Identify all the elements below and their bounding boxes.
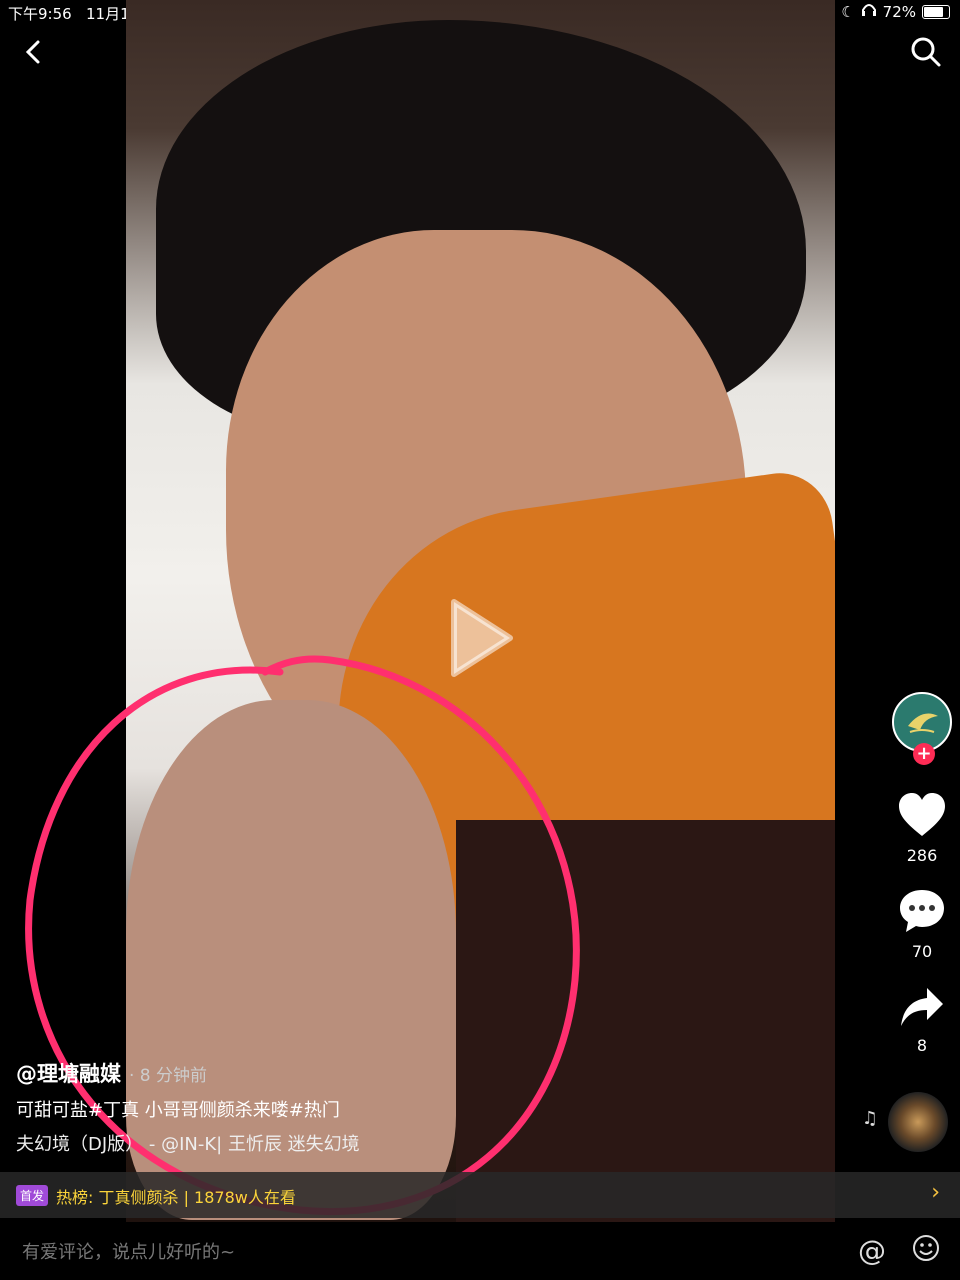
follow-button[interactable]: + xyxy=(913,743,935,765)
comment-input[interactable]: 有爱评论，说点儿好听的~ xyxy=(22,1238,235,1264)
back-button[interactable] xyxy=(18,34,54,70)
status-time: 下午9:56 xyxy=(8,5,72,23)
battery-percent: 72% xyxy=(882,3,916,21)
music-title[interactable]: 夫幻境（DJ版） - @IN-K| 王忻辰 迷失幻境 xyxy=(16,1130,856,1156)
music-disc[interactable] xyxy=(888,1092,948,1152)
hot-tag-badge: 首发 xyxy=(16,1185,49,1206)
headphones-icon xyxy=(861,3,877,21)
emoji-button[interactable] xyxy=(912,1234,940,1262)
share-count: 8 xyxy=(916,1036,928,1055)
play-button[interactable] xyxy=(448,598,514,678)
comment-count: 70 xyxy=(911,942,933,961)
status-icons: ☾ 72% xyxy=(817,3,950,21)
music-notes-icon: ♫ xyxy=(861,1108,878,1129)
comment-button[interactable]: 70 xyxy=(892,888,952,961)
hot-list-text: 热榜: 丁真侧颜杀 | 1878w人在看 xyxy=(56,1188,296,1207)
video-caption[interactable]: 可甜可盐#丁真 小哥哥侧颜杀来喽#热门 xyxy=(16,1096,856,1122)
bird-logo-icon xyxy=(908,713,938,733)
comment-icon xyxy=(900,890,944,932)
hot-list-bar[interactable]: 首发 热榜: 丁真侧颜杀 | 1878w人在看 › xyxy=(0,1172,960,1218)
like-count: 286 xyxy=(906,846,938,865)
smiley-icon xyxy=(913,1235,939,1261)
chevron-left-icon xyxy=(25,40,40,64)
post-time: · 8 分钟前 xyxy=(129,1066,208,1086)
video-info: @理塘融媒 · 8 分钟前 可甜可盐#丁真 小哥哥侧颜杀来喽#热门 夫幻境（DJ版… xyxy=(16,1058,856,1156)
moon-icon: ☾ xyxy=(841,3,855,21)
search-icon xyxy=(911,37,941,67)
share-arrow-icon xyxy=(901,988,943,1026)
chevron-right-icon: › xyxy=(931,1180,940,1205)
play-icon xyxy=(451,599,513,677)
author-name[interactable]: @理塘融媒 xyxy=(16,1062,121,1086)
battery-icon xyxy=(922,5,950,19)
share-button[interactable]: 8 xyxy=(892,986,952,1055)
comment-bar: 有爱评论，说点儿好听的~ @ xyxy=(0,1222,960,1280)
search-button[interactable] xyxy=(908,34,944,70)
at-mention-icon[interactable]: @ xyxy=(858,1234,886,1267)
author-line: @理塘融媒 · 8 分钟前 xyxy=(16,1058,856,1088)
like-button[interactable]: 286 xyxy=(892,792,952,865)
heart-icon xyxy=(899,793,945,836)
